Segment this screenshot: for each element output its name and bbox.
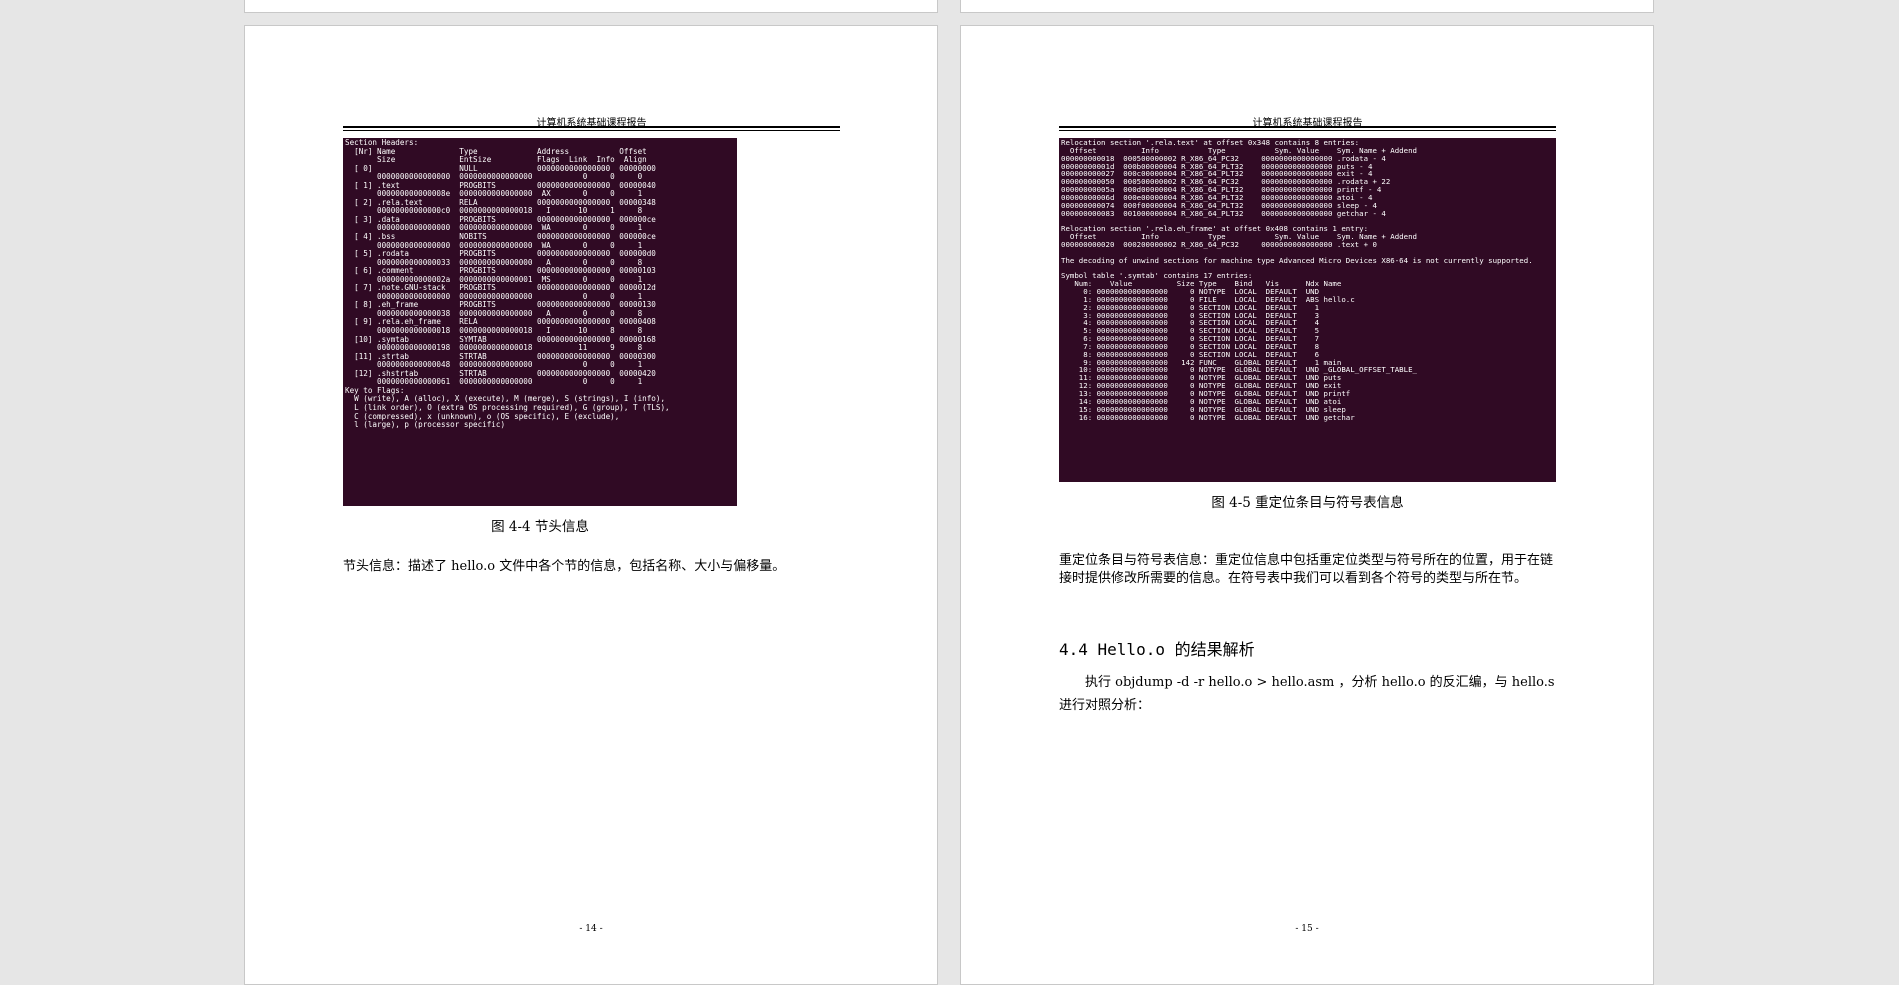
header-rule-thin xyxy=(1059,130,1556,131)
page-14: 计算机系统基础课程报告 Section Headers: [Nr] Name T… xyxy=(244,25,938,985)
previous-page-right xyxy=(960,0,1654,13)
body-paragraph: 重定位条目与符号表信息：重定位信息中包括重定位类型与符号所在的位置，用于在链接时… xyxy=(1059,553,1554,586)
page-15: 计算机系统基础课程报告 Relocation section '.rela.te… xyxy=(960,25,1654,985)
figure-caption: 图 4-5 重定位条目与符号表信息 xyxy=(1211,495,1404,511)
page-number: - 15 - xyxy=(1295,924,1319,934)
figure-caption: 图 4-4 节头信息 xyxy=(491,519,589,535)
page-number: - 14 - xyxy=(579,924,603,934)
terminal-screenshot-section-headers: Section Headers: [Nr] Name Type Address … xyxy=(343,138,737,506)
section-paragraph: 执行 objdump -d -r hello.o > hello.asm ，分析… xyxy=(1059,675,1555,713)
header-rule-thin xyxy=(343,130,840,131)
section-heading: 4.4 Hello.o 的结果解析 xyxy=(1059,640,1255,659)
previous-page-left xyxy=(244,0,938,13)
terminal-screenshot-relocation-symtab: Relocation section '.rela.text' at offse… xyxy=(1059,138,1556,482)
body-paragraph: 节头信息：描述了 hello.o 文件中各个节的信息，包括名称、大小与偏移量。 xyxy=(343,559,786,574)
header-rule-thick xyxy=(343,126,840,128)
header-rule-thick xyxy=(1059,126,1556,128)
